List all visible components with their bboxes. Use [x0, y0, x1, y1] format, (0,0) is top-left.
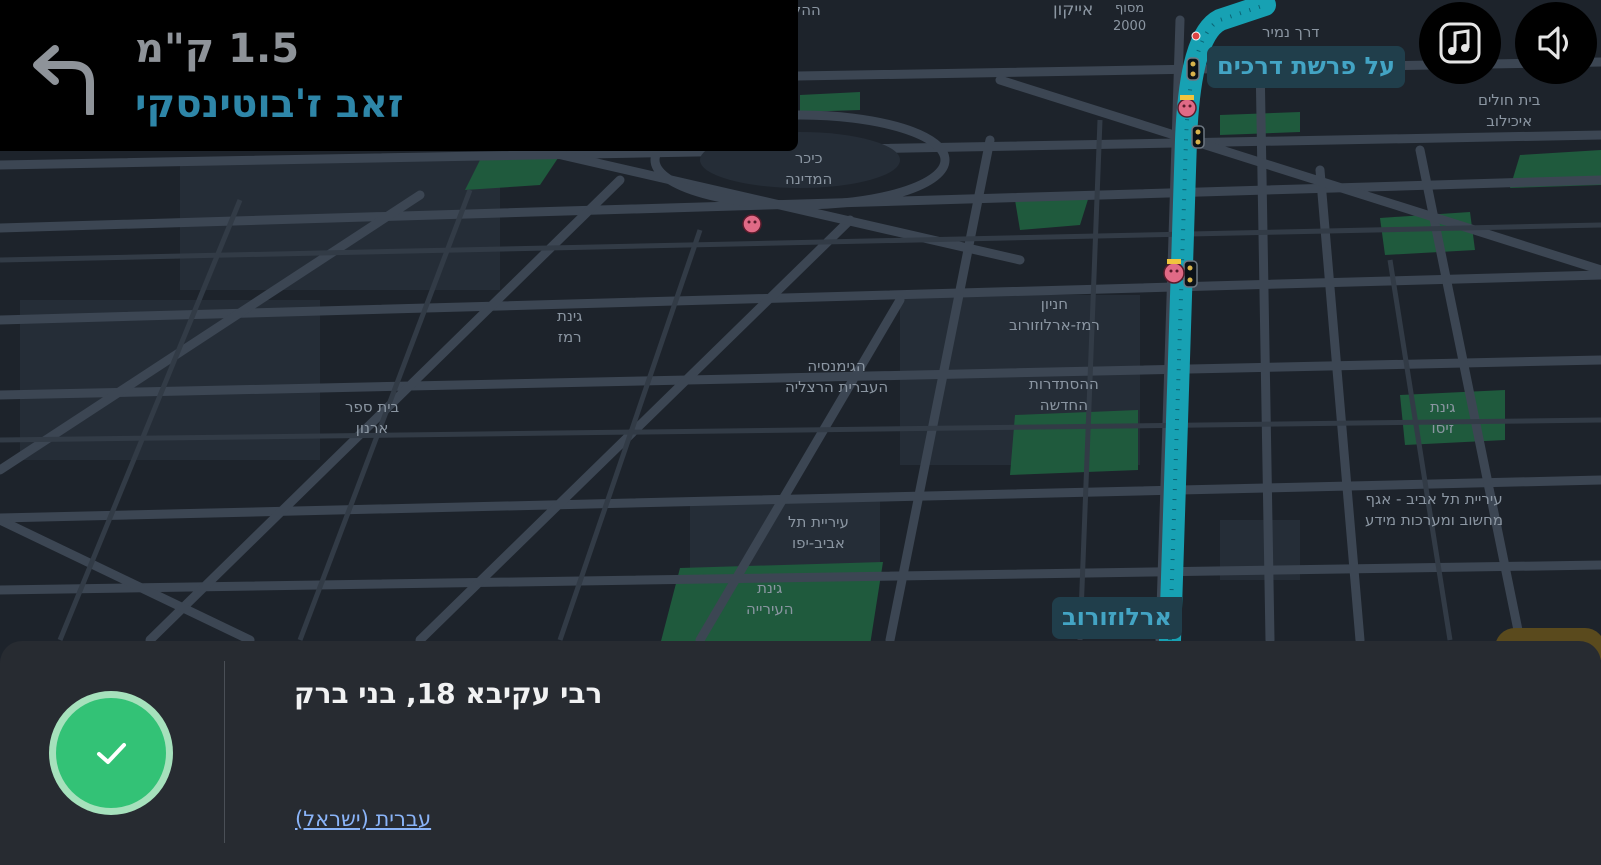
turn-instruction-card[interactable]: 1.5 ק"מ זאב ז'בוטינסקי [0, 0, 798, 151]
map-label-parking-remez: חניון רמז-ארלוזורוב [1009, 295, 1100, 334]
music-note-icon [1439, 22, 1481, 64]
map-label-ginat-ziso: גינת זיסו [1430, 398, 1456, 437]
map-label-municipality: עיריית תל אביב-יפו [788, 513, 849, 552]
next-street-name: זאב ז'בוטינסקי [135, 82, 404, 127]
divider [224, 661, 225, 843]
map-label-derech-namir: דרך נמיר [1262, 23, 1320, 41]
sound-button[interactable] [1515, 2, 1597, 84]
map-label-arnon-school: בית ספר ארנון [345, 398, 400, 437]
map-label-terminal-2000: מסוף 2000 [1113, 1, 1147, 34]
distance-to-turn: 1.5 ק"מ [135, 26, 300, 72]
destination-address: רבי עקיבא 18, בני ברק [294, 677, 603, 710]
map-label-kikar-hamedina: כיכר המדינה [785, 149, 833, 188]
speaker-icon [1538, 26, 1568, 60]
confirm-button-inner [56, 698, 166, 808]
turn-left-arrow-icon [33, 45, 94, 115]
street-label-arlozorov: ארלוזורוב [1052, 597, 1182, 639]
confirm-button[interactable] [49, 691, 173, 815]
map-label-herzliya-gymnasium: הגימנסיה העברית הרצליה [785, 357, 889, 396]
map-label-icon: אייקון [1053, 0, 1094, 20]
map-label-municipality-it: עיריית תל אביב - אגף מחשוב ומערכות מידע [1365, 490, 1504, 529]
map-label-ginat-remez: גינת רמז [557, 307, 583, 346]
music-button[interactable] [1419, 2, 1501, 84]
destination-panel: רבי עקיבא 18, בני ברק עברית (ישראל) [0, 641, 1601, 865]
street-label-crossroad: על פרשת דרכים [1207, 46, 1405, 88]
map-label-histadrut: ההסתדרות החדשה [1029, 375, 1099, 414]
language-link[interactable]: עברית (ישראל) [295, 807, 431, 831]
map-label-ginat-hairiya: גינת העירייה [746, 579, 794, 618]
checkmark-icon [97, 743, 126, 764]
map-label-ichilov: בית חולים איכילוב [1478, 91, 1541, 130]
